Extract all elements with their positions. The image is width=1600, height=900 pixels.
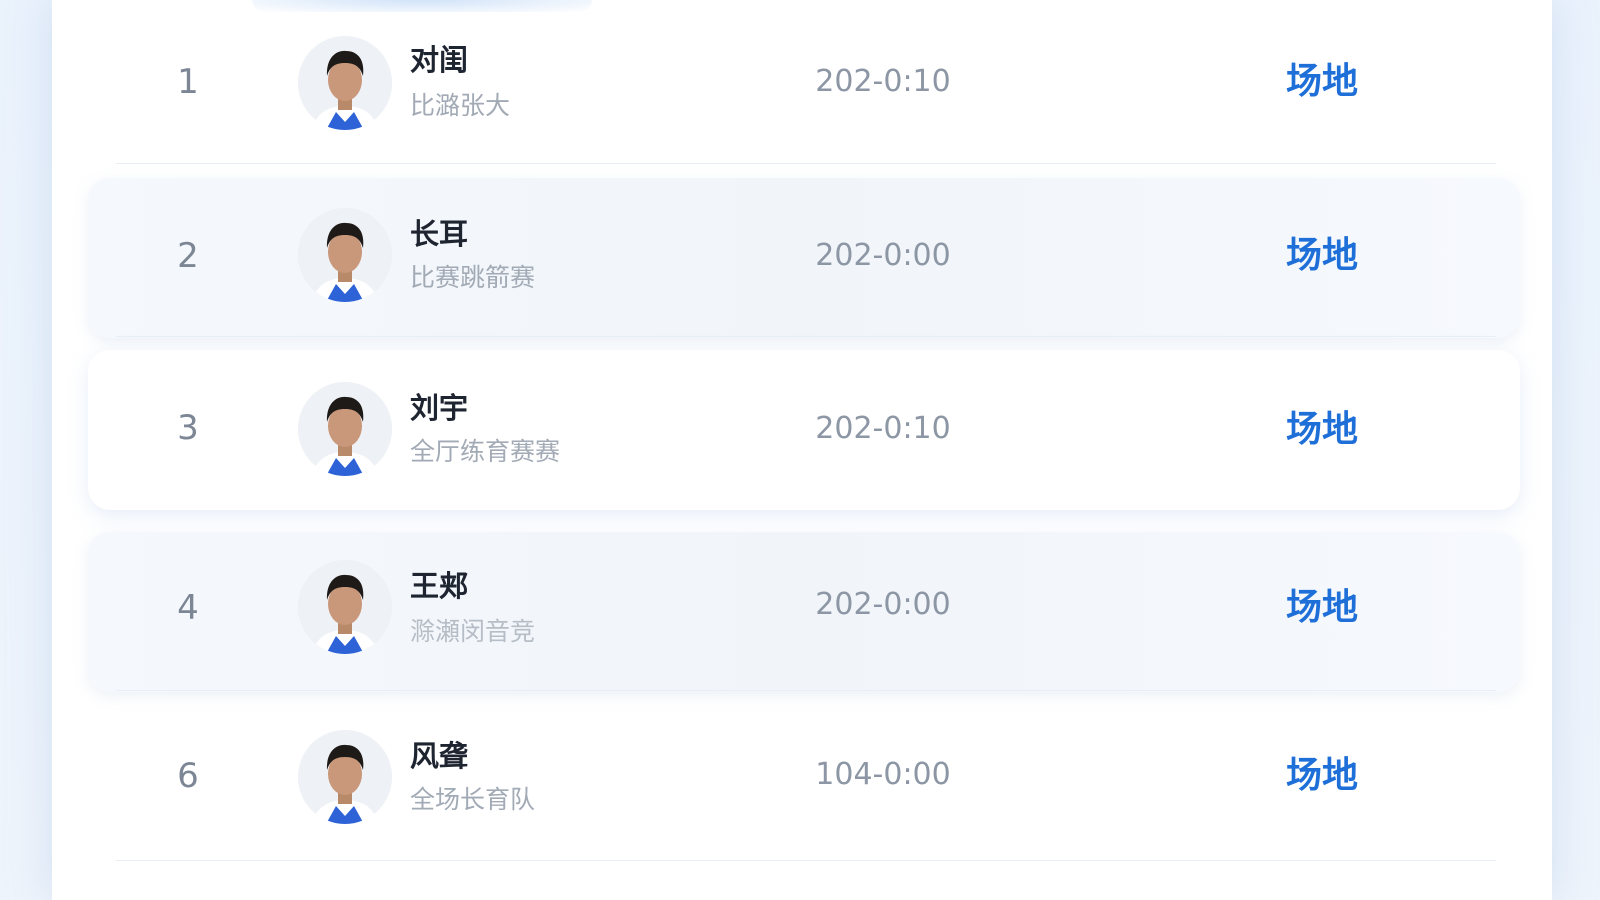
venue-link[interactable]: 场地: [1262, 586, 1382, 630]
player-avatar: [298, 560, 392, 654]
player-team: 比赛跳箭赛: [410, 263, 536, 292]
player-team: 滁瀬闵音竞: [410, 617, 536, 646]
avatar-icon: [298, 36, 392, 130]
ranking-panel: 1 对闺 比潞张大 202-0:10 场地 2 长耳 比赛跳箭赛 202-0:0…: [52, 0, 1552, 900]
avatar-icon: [298, 208, 392, 302]
player-name: 刘宇: [410, 391, 469, 425]
player-name: 王郏: [410, 569, 469, 603]
match-time: 202-0:10: [815, 64, 951, 99]
player-avatar: [298, 730, 392, 824]
player-avatar: [298, 36, 392, 130]
player-name: 长耳: [410, 217, 469, 251]
match-time: 202-0:10: [815, 411, 951, 446]
rank-number: 3: [177, 408, 199, 448]
match-time: 202-0:00: [815, 587, 951, 622]
match-time: 104-0:00: [815, 757, 951, 792]
row-divider: [116, 690, 1496, 691]
row-divider: [116, 860, 1496, 861]
rank-number: 2: [177, 236, 199, 276]
avatar-icon: [298, 730, 392, 824]
row-divider: [116, 163, 1496, 164]
ranking-row-5[interactable]: 6 风聋 全场长育队 104-0:00 场地: [88, 698, 1520, 858]
player-name: 风聋: [410, 739, 469, 773]
player-avatar: [298, 208, 392, 302]
venue-link[interactable]: 场地: [1262, 754, 1382, 798]
ranking-row-4[interactable]: 4 王郏 滁瀬闵音竞 202-0:00 场地: [88, 532, 1520, 692]
venue-link[interactable]: 场地: [1262, 408, 1382, 452]
avatar-icon: [298, 560, 392, 654]
venue-link[interactable]: 场地: [1262, 234, 1382, 278]
ranking-row-1[interactable]: 1 对闺 比潞张大 202-0:10 场地: [88, 4, 1520, 164]
avatar-icon: [298, 382, 392, 476]
rank-number: 1: [177, 62, 199, 102]
rank-number: 4: [177, 588, 199, 628]
match-time: 202-0:00: [815, 238, 951, 273]
ranking-row-2[interactable]: 2 长耳 比赛跳箭赛 202-0:00 场地: [88, 178, 1520, 338]
venue-link[interactable]: 场地: [1262, 60, 1382, 104]
player-team: 比潞张大: [410, 91, 511, 120]
rank-number: 6: [177, 756, 199, 796]
row-divider: [116, 336, 1496, 337]
player-team: 全厅练育赛赛: [410, 437, 561, 466]
ranking-row-3[interactable]: 3 刘宇 全厅练育赛赛 202-0:10 场地: [88, 350, 1520, 510]
player-avatar: [298, 382, 392, 476]
player-name: 对闺: [410, 43, 469, 77]
player-team: 全场长育队: [410, 785, 536, 814]
